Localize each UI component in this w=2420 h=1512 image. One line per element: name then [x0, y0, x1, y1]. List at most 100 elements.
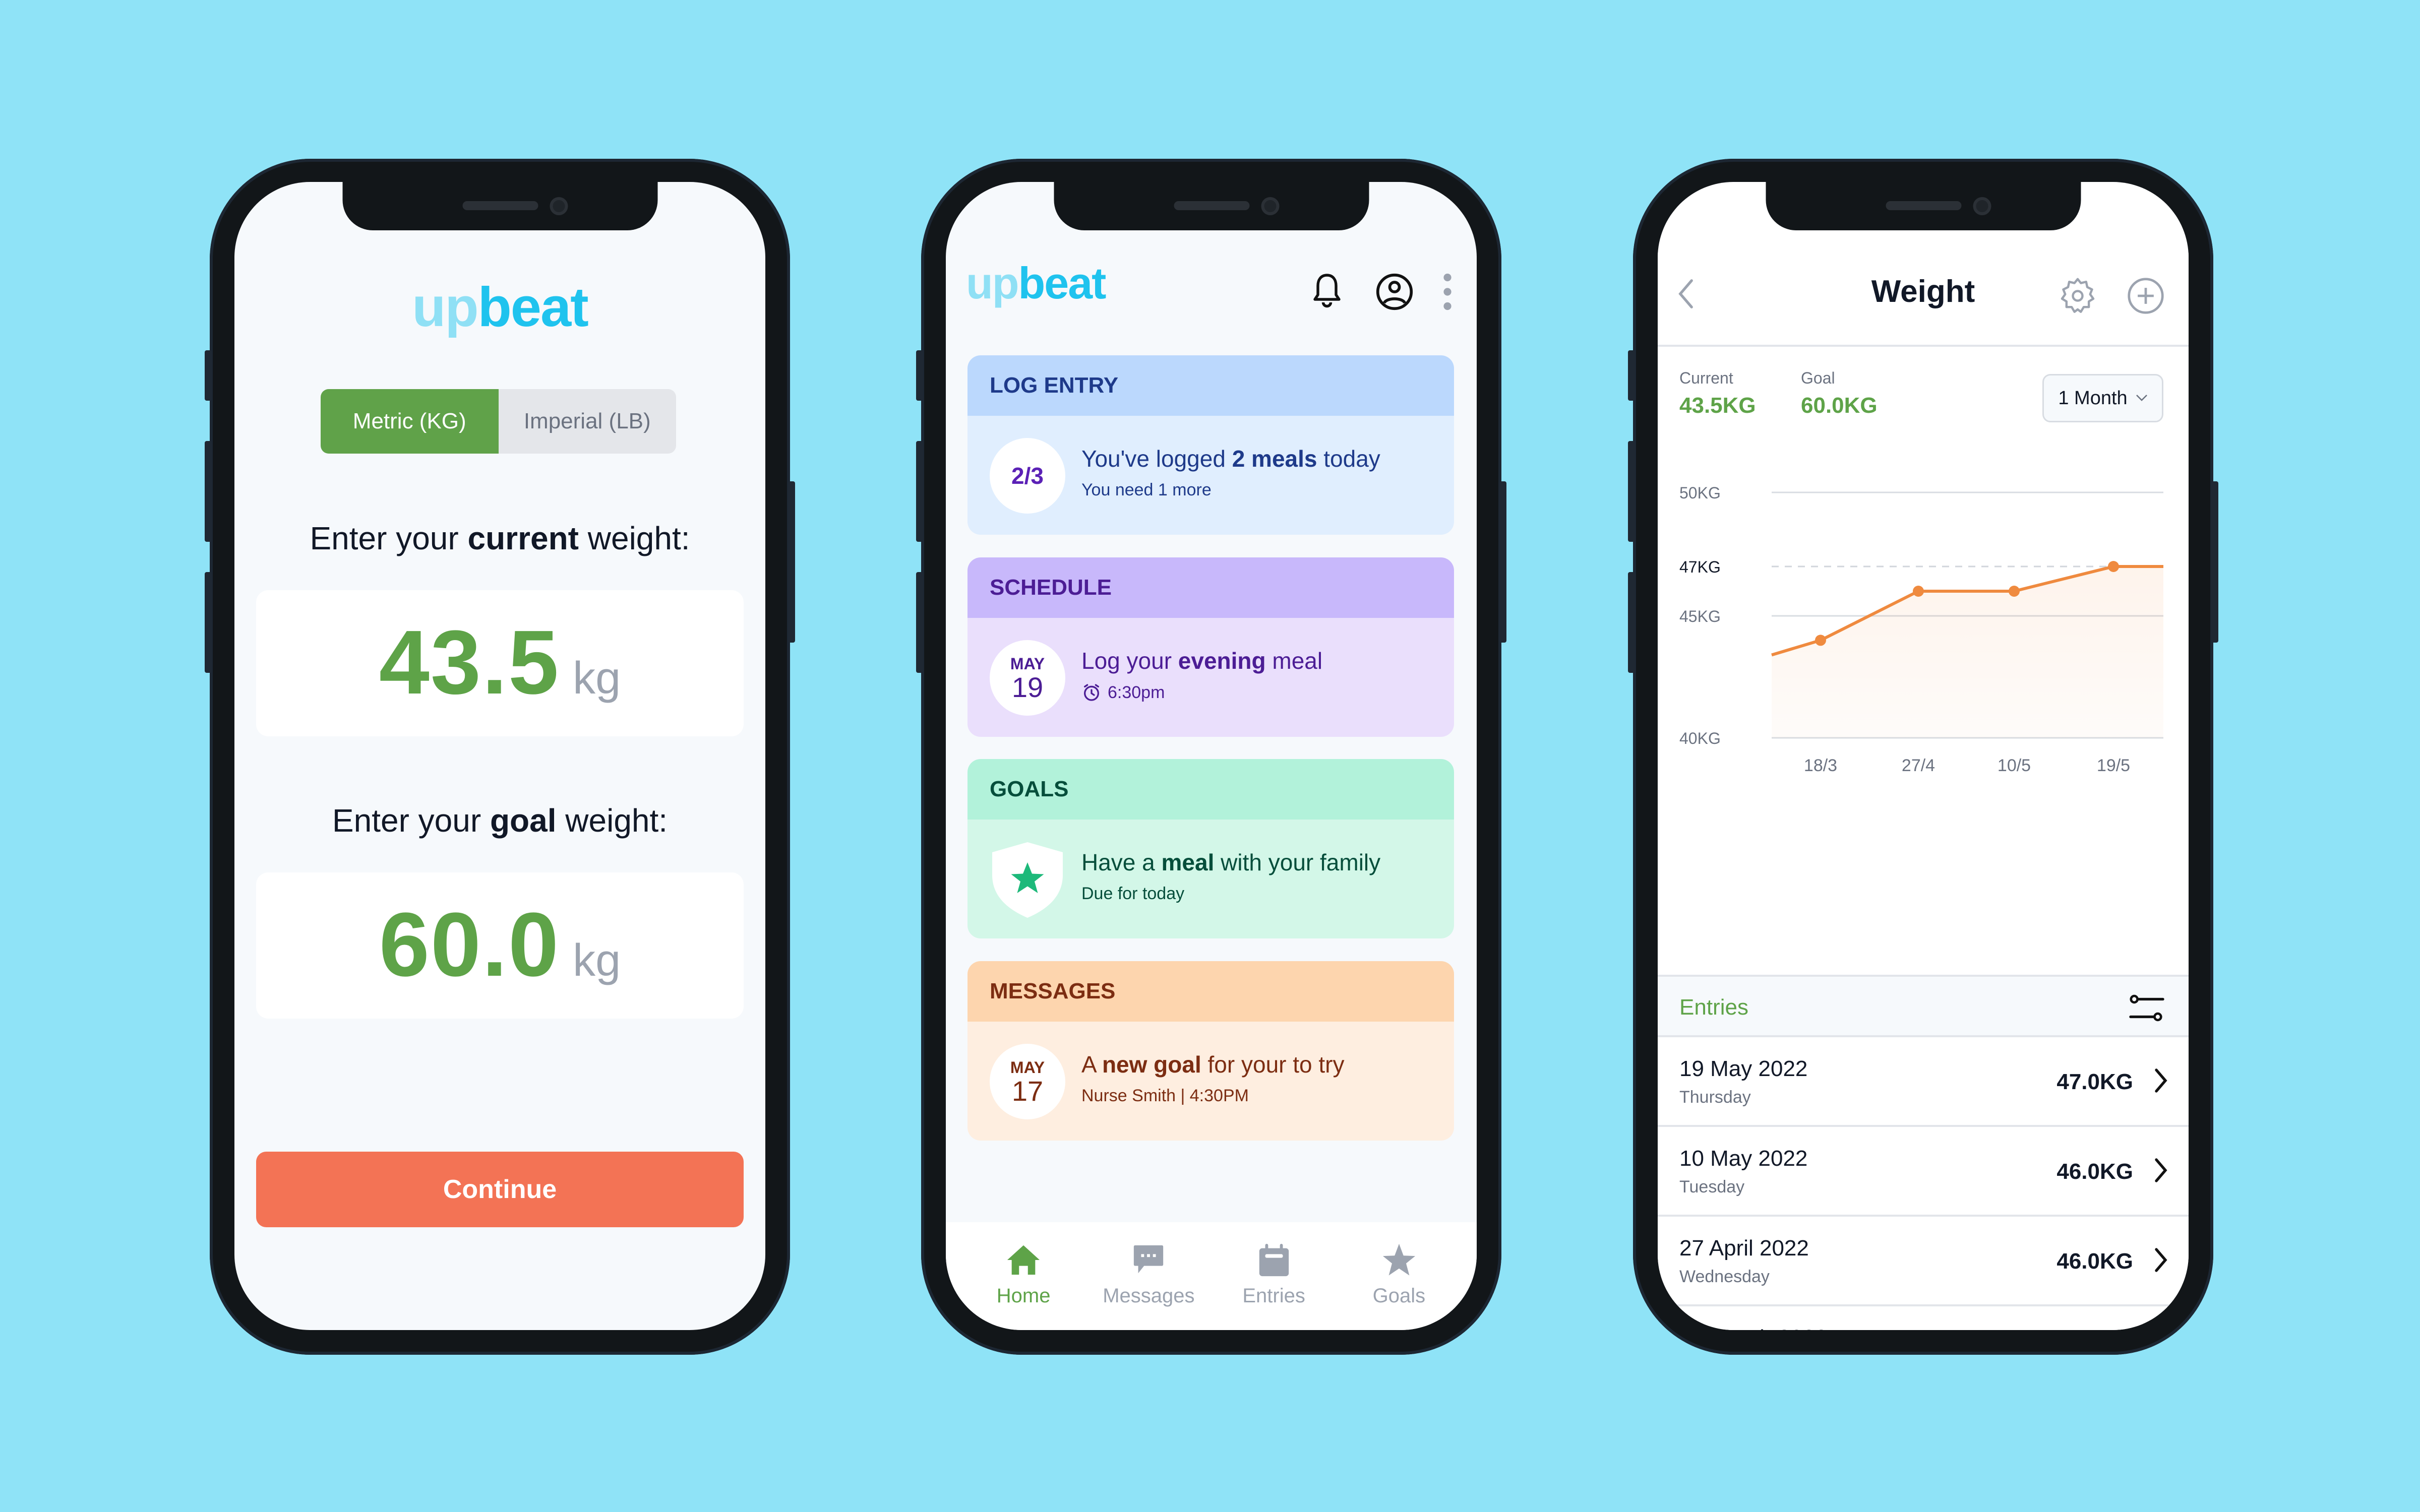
- star-icon: [1382, 1243, 1415, 1276]
- chart-data-point: [2108, 561, 2119, 572]
- setup-screen: upbeat Metric (KG) Imperial (LB) Enter y…: [234, 182, 765, 1330]
- calendar-icon: [1259, 1243, 1289, 1277]
- entry-value: 47.0KG: [2056, 1069, 2133, 1094]
- metric-option[interactable]: Metric (KG): [321, 389, 499, 454]
- message-text: A new goal for your to try: [1081, 1051, 1345, 1078]
- notch: [1054, 182, 1369, 230]
- profile-icon[interactable]: [1375, 273, 1414, 311]
- current-weight-unit: kg: [573, 653, 621, 704]
- goals-card[interactable]: GOALS Have a meal with your family Due f…: [967, 759, 1454, 938]
- goal-value: 60.0KG: [1801, 393, 1878, 418]
- more-icon[interactable]: [1442, 273, 1453, 311]
- alarm-clock-icon: [1084, 684, 1099, 701]
- page-title: Weight: [1871, 274, 1975, 309]
- log-entry-card[interactable]: LOG ENTRY 2/3 You've logged 2 meals toda…: [967, 355, 1454, 535]
- volume-down-button: [205, 572, 212, 673]
- entry-row[interactable]: 27 April 2022 Wednesday 46.0KG: [1658, 1217, 2189, 1306]
- entry-weekday: Thursday: [1679, 1088, 1751, 1107]
- goal-weight-value: 60.0: [379, 894, 560, 995]
- volume-up-button: [916, 441, 923, 542]
- card-title: SCHEDULE: [967, 557, 1454, 618]
- current-weight-value: 43.5: [379, 612, 560, 713]
- notch: [1766, 182, 2081, 230]
- notch: [342, 182, 657, 230]
- filter-sliders-icon[interactable]: [2129, 994, 2164, 1022]
- entry-value: 46.0KG: [2056, 1159, 2133, 1184]
- goal-text: Have a meal with your family: [1081, 849, 1381, 875]
- chart-data-point: [2009, 586, 2020, 597]
- date-badge: MAY 17: [990, 1044, 1065, 1119]
- range-select[interactable]: 1 Month: [2042, 374, 2163, 422]
- weight-summary: Current 43.5KG Goal 60.0KG 1 Month 50KG 4…: [1658, 349, 2189, 975]
- goal-weight-unit: kg: [573, 935, 621, 986]
- entries-header: Entries: [1658, 975, 2189, 1037]
- chevron-right-icon: [2155, 1248, 2167, 1272]
- bell-icon[interactable]: [1309, 272, 1345, 312]
- home-icon: [1007, 1245, 1040, 1275]
- card-title: GOALS: [967, 759, 1454, 820]
- phone-home: upbeat LOG ENTRY 2/3 You've logged 2 mea…: [916, 159, 1506, 1355]
- weight-screen: Weight Current 43.5KG Goal 60.0KG 1 Mont…: [1658, 182, 2189, 1330]
- goal-due: Due for today: [1081, 884, 1185, 903]
- schedule-card[interactable]: SCHEDULE MAY 19 Log your evening meal 6:3…: [967, 557, 1454, 737]
- entry-row[interactable]: 10 May 2022 Tuesday 46.0KG: [1658, 1127, 2189, 1217]
- upbeat-logo: upbeat: [966, 258, 1106, 308]
- y-tick-label: 50KG: [1679, 484, 1721, 502]
- tab-goals[interactable]: Goals: [1349, 1242, 1449, 1330]
- unit-toggle: Metric (KG) Imperial (LB): [321, 389, 676, 454]
- messages-card[interactable]: MESSAGES MAY 17 A new goal for your to tr…: [967, 961, 1454, 1141]
- current-label: Current: [1679, 369, 1733, 387]
- chart-data-point: [1913, 586, 1924, 597]
- x-tick-label: 19/5: [2097, 756, 2130, 772]
- weight-chart: 50KG 47KG 45KG 40KG 18/3 27/4 10/5 19/5: [1679, 484, 2163, 772]
- y-tick-label: 45KG: [1679, 607, 1721, 625]
- home-screen: upbeat LOG ENTRY 2/3 You've logged 2 mea…: [946, 182, 1477, 1330]
- entry-value: 46.0KG: [2056, 1249, 2133, 1274]
- bottom-tab-bar: Home Messages Entries Goals: [946, 1222, 1477, 1330]
- log-entry-subtext: You need 1 more: [1081, 480, 1212, 499]
- mute-switch: [916, 350, 923, 401]
- chevron-down-icon: [2136, 395, 2147, 401]
- continue-button[interactable]: Continue: [256, 1152, 744, 1227]
- imperial-option[interactable]: Imperial (LB): [498, 389, 676, 454]
- power-button: [1499, 481, 1506, 643]
- x-tick-label: 18/3: [1804, 756, 1837, 772]
- entry-row[interactable]: 18 March 2022Friday44.0KG: [1658, 1306, 2189, 1330]
- goal-weight-input[interactable]: 60.0 kg: [256, 872, 744, 1019]
- mute-switch: [1628, 350, 1635, 401]
- volume-up-button: [1628, 441, 1635, 542]
- mute-switch: [205, 350, 212, 401]
- x-tick-label: 10/5: [1998, 756, 2031, 772]
- meal-progress-badge: 2/3: [990, 438, 1065, 514]
- entry-date: 10 May 2022: [1679, 1146, 1808, 1171]
- gear-icon[interactable]: [2059, 277, 2097, 315]
- current-weight-prompt: Enter your current weight:: [310, 520, 690, 556]
- entries-title: Entries: [1679, 995, 1748, 1020]
- tab-home[interactable]: Home: [973, 1242, 1074, 1330]
- y-tick-label: 40KG: [1679, 729, 1721, 747]
- entry-weekday: Tuesday: [1679, 1177, 1745, 1196]
- log-entry-text: You've logged 2 meals today: [1081, 446, 1380, 472]
- entry-row[interactable]: 19 May 2022 Thursday 47.0KG: [1658, 1037, 2189, 1127]
- current-weight-input[interactable]: 43.5 kg: [256, 590, 744, 736]
- card-title: MESSAGES: [967, 961, 1454, 1022]
- power-button: [788, 481, 795, 643]
- card-title: LOG ENTRY: [967, 355, 1454, 416]
- entry-date: 19 May 2022: [1679, 1056, 1808, 1081]
- weight-header: Weight: [1658, 253, 2189, 347]
- back-chevron-icon[interactable]: [1676, 279, 1696, 309]
- chevron-right-icon: [2155, 1158, 2167, 1182]
- entry-date: 18 March 2022: [1679, 1326, 1828, 1330]
- power-button: [2211, 481, 2218, 643]
- message-sender: Nurse Smith | 4:30PM: [1081, 1086, 1249, 1105]
- goal-weight-prompt: Enter your goal weight:: [332, 802, 668, 839]
- phone-weight: Weight Current 43.5KG Goal 60.0KG 1 Mont…: [1628, 159, 2218, 1355]
- tab-messages[interactable]: Messages: [1098, 1242, 1199, 1330]
- phone-setup: upbeat Metric (KG) Imperial (LB) Enter y…: [205, 159, 795, 1355]
- tab-entries[interactable]: Entries: [1224, 1242, 1324, 1330]
- shield-star-icon: [992, 842, 1063, 918]
- add-circle-icon[interactable]: [2127, 277, 2165, 315]
- schedule-text: Log your evening meal: [1081, 648, 1323, 674]
- chat-icon: [1134, 1245, 1164, 1274]
- y-tick-label: 47KG: [1679, 558, 1721, 576]
